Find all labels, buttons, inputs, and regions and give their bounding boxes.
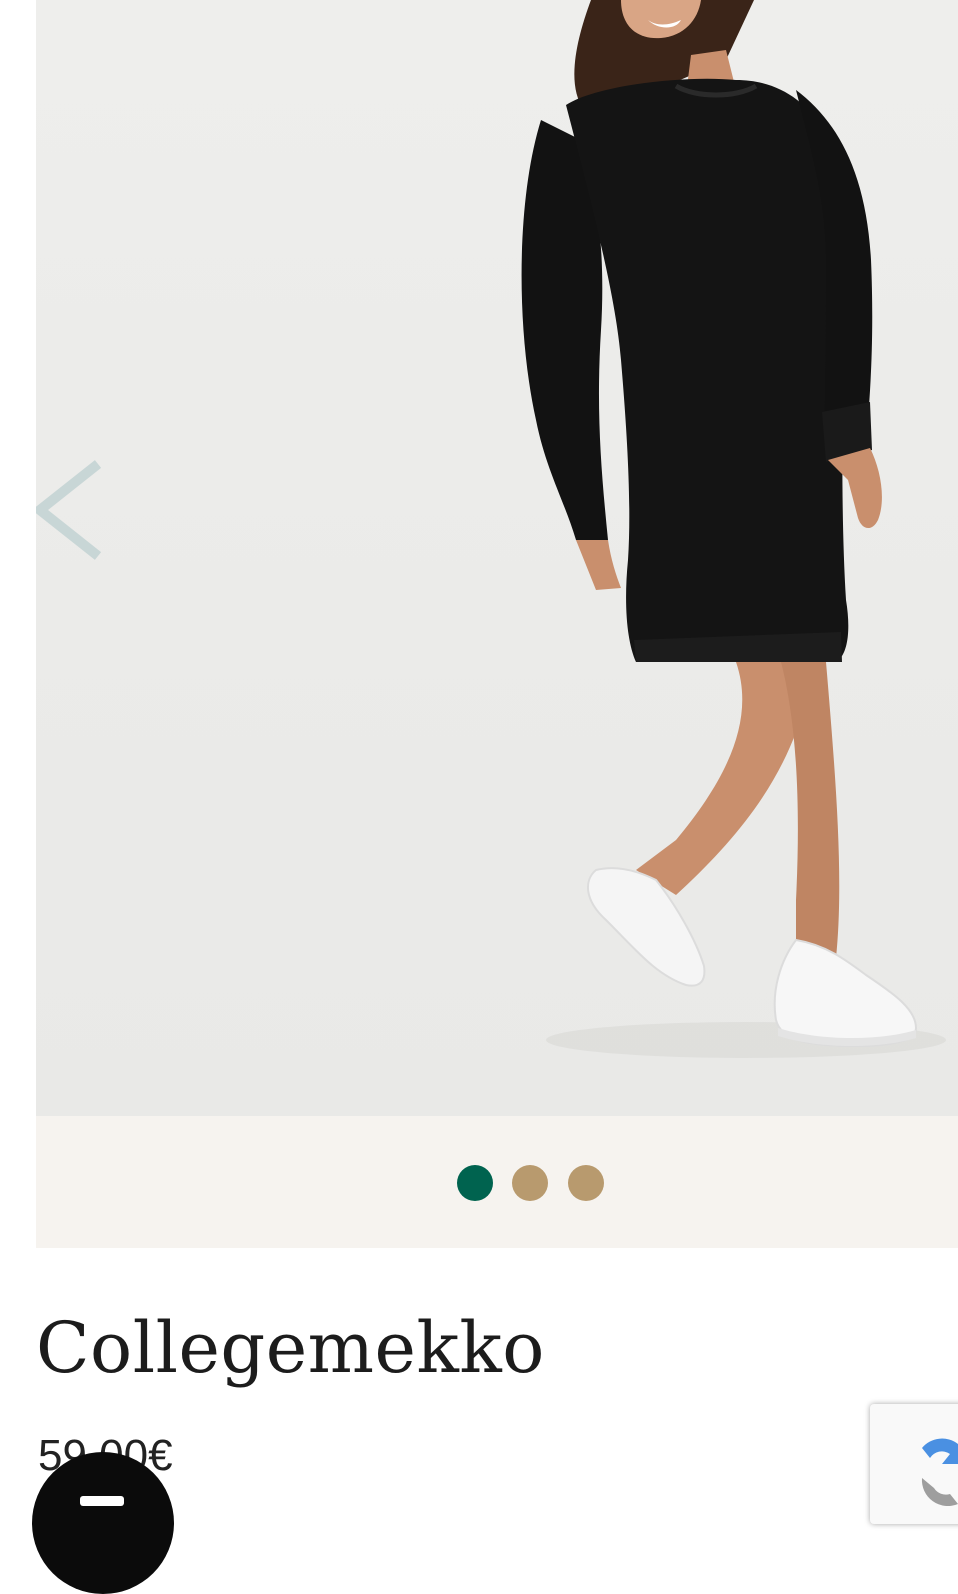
gallery-pagination [36,1116,958,1248]
chat-button[interactable] [32,1452,174,1594]
product-photo [521,0,946,1058]
chevron-left-icon[interactable] [36,460,106,560]
recaptcha-icon [921,1438,958,1507]
product-title: Collegemekko [36,1307,545,1389]
gallery-dot-3[interactable] [568,1165,604,1201]
product-image-gallery[interactable] [36,0,958,1116]
gallery-dot-2[interactable] [512,1165,548,1201]
chat-icon [80,1496,124,1506]
recaptcha-badge[interactable] [870,1404,958,1524]
gallery-dot-1[interactable] [457,1165,493,1201]
